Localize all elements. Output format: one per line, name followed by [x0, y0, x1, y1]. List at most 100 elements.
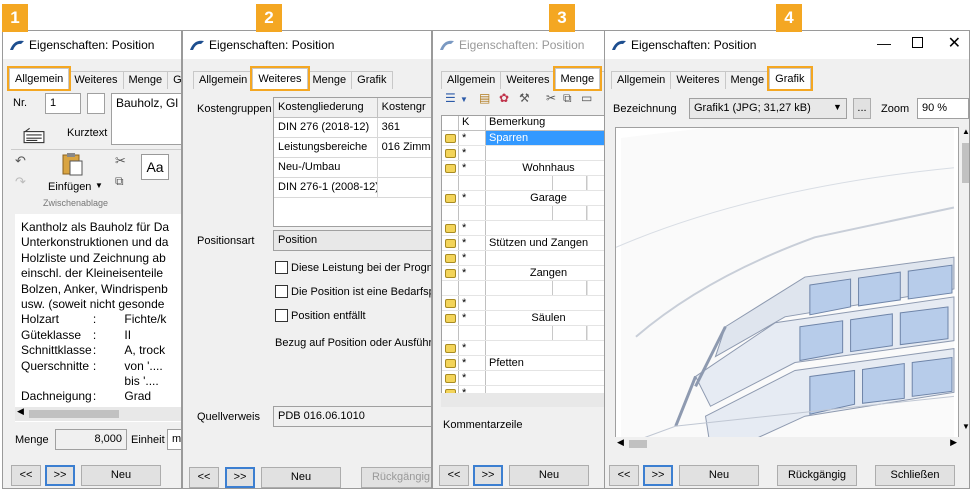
cut-icon[interactable]: ✂ — [115, 153, 126, 169]
grid-cell-bemerkung[interactable] — [486, 296, 607, 310]
minimize-icon[interactable]: — — [877, 35, 891, 51]
comment-icon[interactable] — [444, 268, 456, 278]
grid-cell-bemerkung[interactable] — [486, 371, 607, 385]
insert-rows-icon[interactable]: ☰ — [445, 91, 456, 105]
font-button[interactable]: Aa — [141, 154, 169, 180]
tab-menge[interactable]: Menge — [122, 71, 169, 89]
grid-cell-bemerkung[interactable]: Garage — [486, 191, 607, 205]
comment-icon[interactable] — [444, 133, 456, 143]
grid-row[interactable]: * — [442, 146, 607, 161]
grid-cell-k[interactable]: * — [459, 356, 486, 370]
redo-icon[interactable]: ↷ — [15, 174, 26, 190]
comment-icon[interactable] — [444, 148, 456, 158]
grid-row[interactable]: * — [442, 221, 607, 236]
new-button[interactable]: Neu — [81, 465, 161, 486]
grid-row[interactable]: * Garage — [442, 191, 607, 206]
tab-allgemein[interactable]: Allgemein — [6, 66, 72, 91]
tools-icon[interactable]: ⚒ — [519, 91, 530, 105]
grid-cell-bemerkung[interactable]: Wohnhaus — [486, 161, 607, 175]
grid-cell-bemerkung[interactable] — [486, 221, 607, 235]
copy-icon[interactable]: ⧉ — [563, 91, 572, 106]
long-text-hscrollbar[interactable]: ◀ — [15, 406, 181, 421]
grid-cell-k[interactable]: * — [459, 311, 486, 325]
long-text-area[interactable]: Kantholz als Bauholz für Da Unterkonstruk… — [15, 214, 181, 422]
next-button[interactable]: >> — [225, 467, 255, 488]
grid-cell-k[interactable]: * — [459, 341, 486, 355]
table-row[interactable]: Neu-/Umbau — [274, 158, 431, 178]
new-button[interactable]: Neu — [509, 465, 589, 486]
formula-icon[interactable]: ✿ — [499, 91, 509, 105]
grid-cell-k[interactable]: * — [459, 371, 486, 385]
undo-button[interactable]: Rückgängig — [777, 465, 857, 486]
grid-cell-bemerkung[interactable] — [486, 281, 607, 295]
grid-cell-k[interactable]: * — [459, 266, 486, 280]
tab-menge[interactable]: Menge — [724, 71, 771, 89]
grid-row[interactable] — [442, 206, 607, 221]
tab-allgemein[interactable]: Allgemein — [193, 71, 254, 89]
next-button[interactable]: >> — [45, 465, 75, 486]
menge-field[interactable]: 8,000 — [55, 429, 127, 450]
grid-cell-bemerkung[interactable] — [486, 146, 607, 160]
next-button[interactable]: >> — [473, 465, 503, 486]
grid-row[interactable]: * Sparren — [442, 131, 607, 146]
preview-vscrollbar[interactable]: ▲ ▼ — [959, 127, 969, 449]
comment-icon[interactable] — [444, 298, 456, 308]
comment-icon[interactable] — [444, 238, 456, 248]
close-button[interactable]: Schließen — [875, 465, 955, 486]
prev-button[interactable]: << — [609, 465, 639, 486]
grid-row[interactable] — [442, 176, 607, 191]
grid-cell-bemerkung[interactable]: Pfetten — [486, 356, 607, 370]
grid-hscrollbar[interactable] — [441, 393, 607, 407]
grid-row[interactable]: * — [442, 251, 607, 266]
preview-hscrollbar[interactable]: ◀ ▶ — [615, 437, 959, 451]
entfaellt-checkbox[interactable] — [275, 309, 288, 322]
dropdown-icon[interactable]: ▼ — [460, 95, 468, 104]
table-row[interactable]: DIN 276-1 (2008-12) — [274, 178, 431, 198]
grid-row[interactable]: * Zangen — [442, 266, 607, 281]
grid-cell-k[interactable]: * — [459, 296, 486, 310]
grid-row[interactable]: * — [442, 296, 607, 311]
grid-cell-bemerkung[interactable]: Säulen — [486, 311, 607, 325]
col-header-kostengliederung[interactable]: Kostengliederung — [274, 98, 378, 117]
prev-button[interactable]: << — [439, 465, 469, 486]
quellverweis-field[interactable]: PDB 016.06.1010 — [273, 406, 431, 427]
grid-cell-bemerkung[interactable] — [486, 176, 607, 190]
grid-cell-k[interactable] — [459, 326, 486, 340]
grid-cell-k[interactable] — [459, 176, 486, 190]
zoom-field[interactable]: 90 % — [917, 98, 969, 119]
einheit-field[interactable]: m³ — [167, 429, 181, 450]
grid-cell-k[interactable] — [459, 206, 486, 220]
grid-row[interactable] — [442, 326, 607, 341]
comment-icon[interactable] — [444, 193, 456, 203]
bedarfsposition-checkbox[interactable] — [275, 285, 288, 298]
grid-cell-k[interactable] — [459, 281, 486, 295]
browse-button[interactable]: ... — [853, 98, 871, 119]
table-row[interactable]: DIN 276 (2018-12) 361 — [274, 118, 431, 138]
bezeichnung-select[interactable]: Grafik1 (JPG; 31,27 kB) — [689, 98, 847, 119]
grid-cell-k[interactable]: * — [459, 191, 486, 205]
comment-icon[interactable] — [444, 163, 456, 173]
paste-button[interactable]: Einfügen — [48, 181, 91, 193]
grid-row[interactable]: * — [442, 371, 607, 386]
tab-weiteres[interactable]: Weiteres — [250, 66, 310, 91]
col-header-kostengruppe[interactable]: Kostengr — [378, 98, 431, 117]
tab-weiteres[interactable]: Weiteres — [670, 71, 726, 89]
grid-cell-bemerkung[interactable] — [486, 251, 607, 265]
close-icon[interactable]: ✕ — [948, 33, 961, 53]
comment-icon[interactable] — [444, 358, 456, 368]
chevron-down-icon[interactable]: ▼ — [95, 181, 103, 190]
tab-menge[interactable]: Menge — [552, 66, 603, 91]
grid-cell-bemerkung[interactable] — [486, 326, 607, 340]
comment-icon[interactable] — [444, 223, 456, 233]
next-button[interactable]: >> — [643, 465, 673, 486]
undo-icon[interactable]: ↶ — [15, 153, 26, 169]
comment-icon[interactable] — [444, 373, 456, 383]
grid-cell-bemerkung[interactable] — [486, 206, 607, 220]
positionsart-select[interactable]: Position — [273, 230, 431, 251]
flag-field[interactable] — [87, 93, 105, 114]
paste-icon[interactable]: ▤ — [479, 91, 490, 105]
tab-grafik[interactable]: G — [167, 71, 181, 89]
prognose-checkbox[interactable] — [275, 261, 288, 274]
grid-cell-bemerkung[interactable]: Zangen — [486, 266, 607, 280]
grid-cell-k[interactable]: * — [459, 161, 486, 175]
